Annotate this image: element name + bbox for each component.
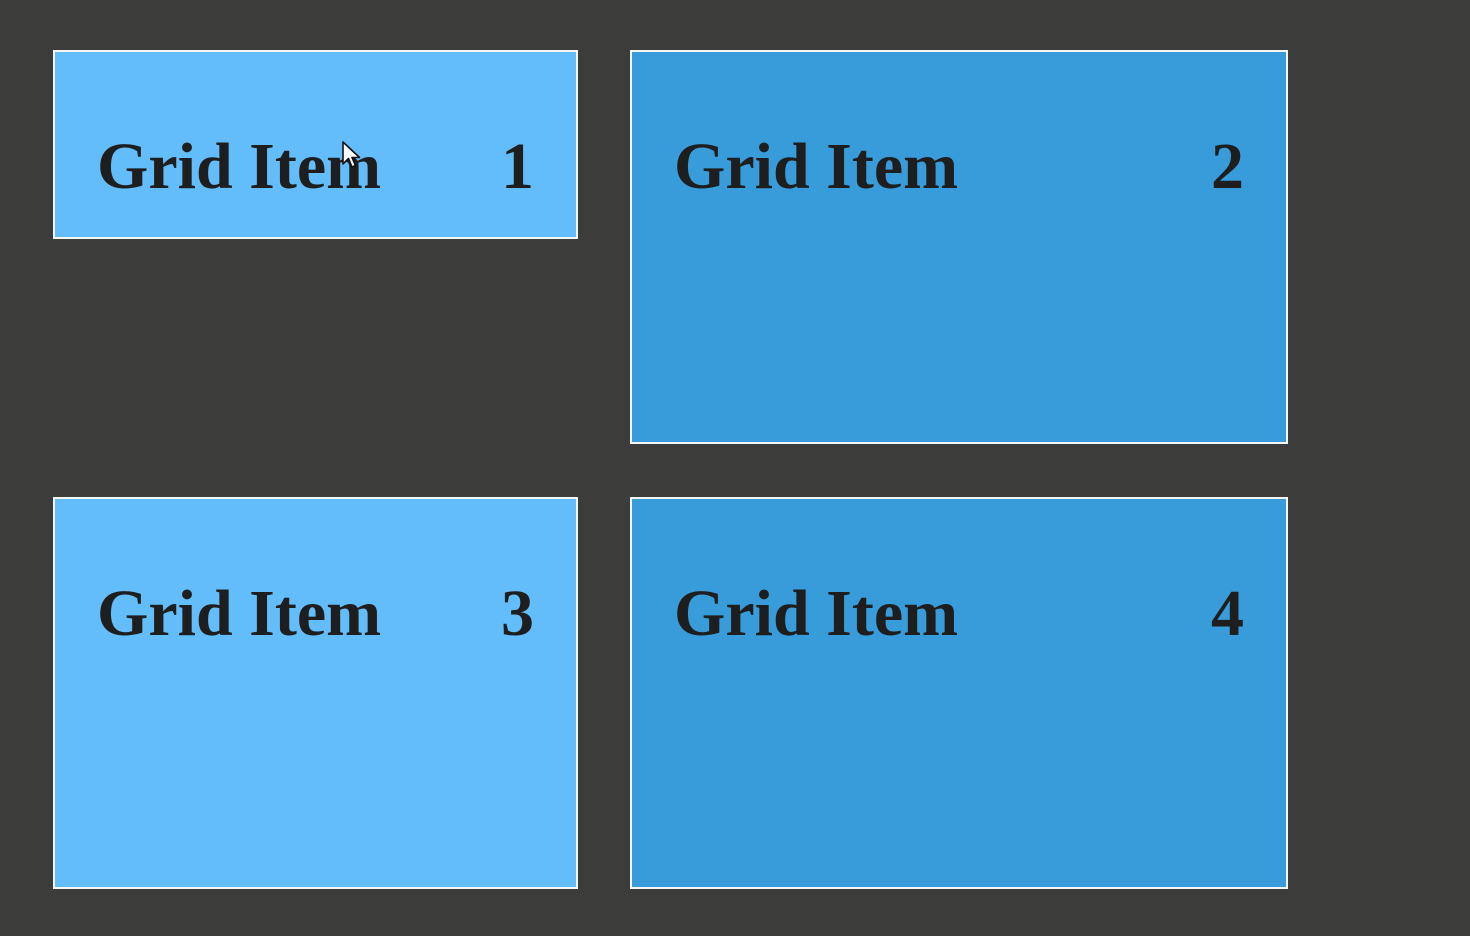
grid-item-number: 3: [501, 577, 534, 650]
grid-item-number: 2: [1211, 130, 1244, 203]
grid-item-2: Grid Item 2: [630, 50, 1288, 444]
grid-item-label: Grid Item: [97, 577, 382, 650]
grid-item-1: Grid Item 1: [53, 50, 578, 239]
grid-item-number: 4: [1211, 577, 1244, 650]
grid-item-4: Grid Item 4: [630, 497, 1288, 889]
grid-item-label: Grid Item: [674, 130, 959, 203]
grid-item-label: Grid Item: [97, 130, 382, 203]
grid-item-number: 1: [501, 130, 534, 203]
grid-item-label: Grid Item: [674, 577, 959, 650]
grid-item-3: Grid Item 3: [53, 497, 578, 889]
